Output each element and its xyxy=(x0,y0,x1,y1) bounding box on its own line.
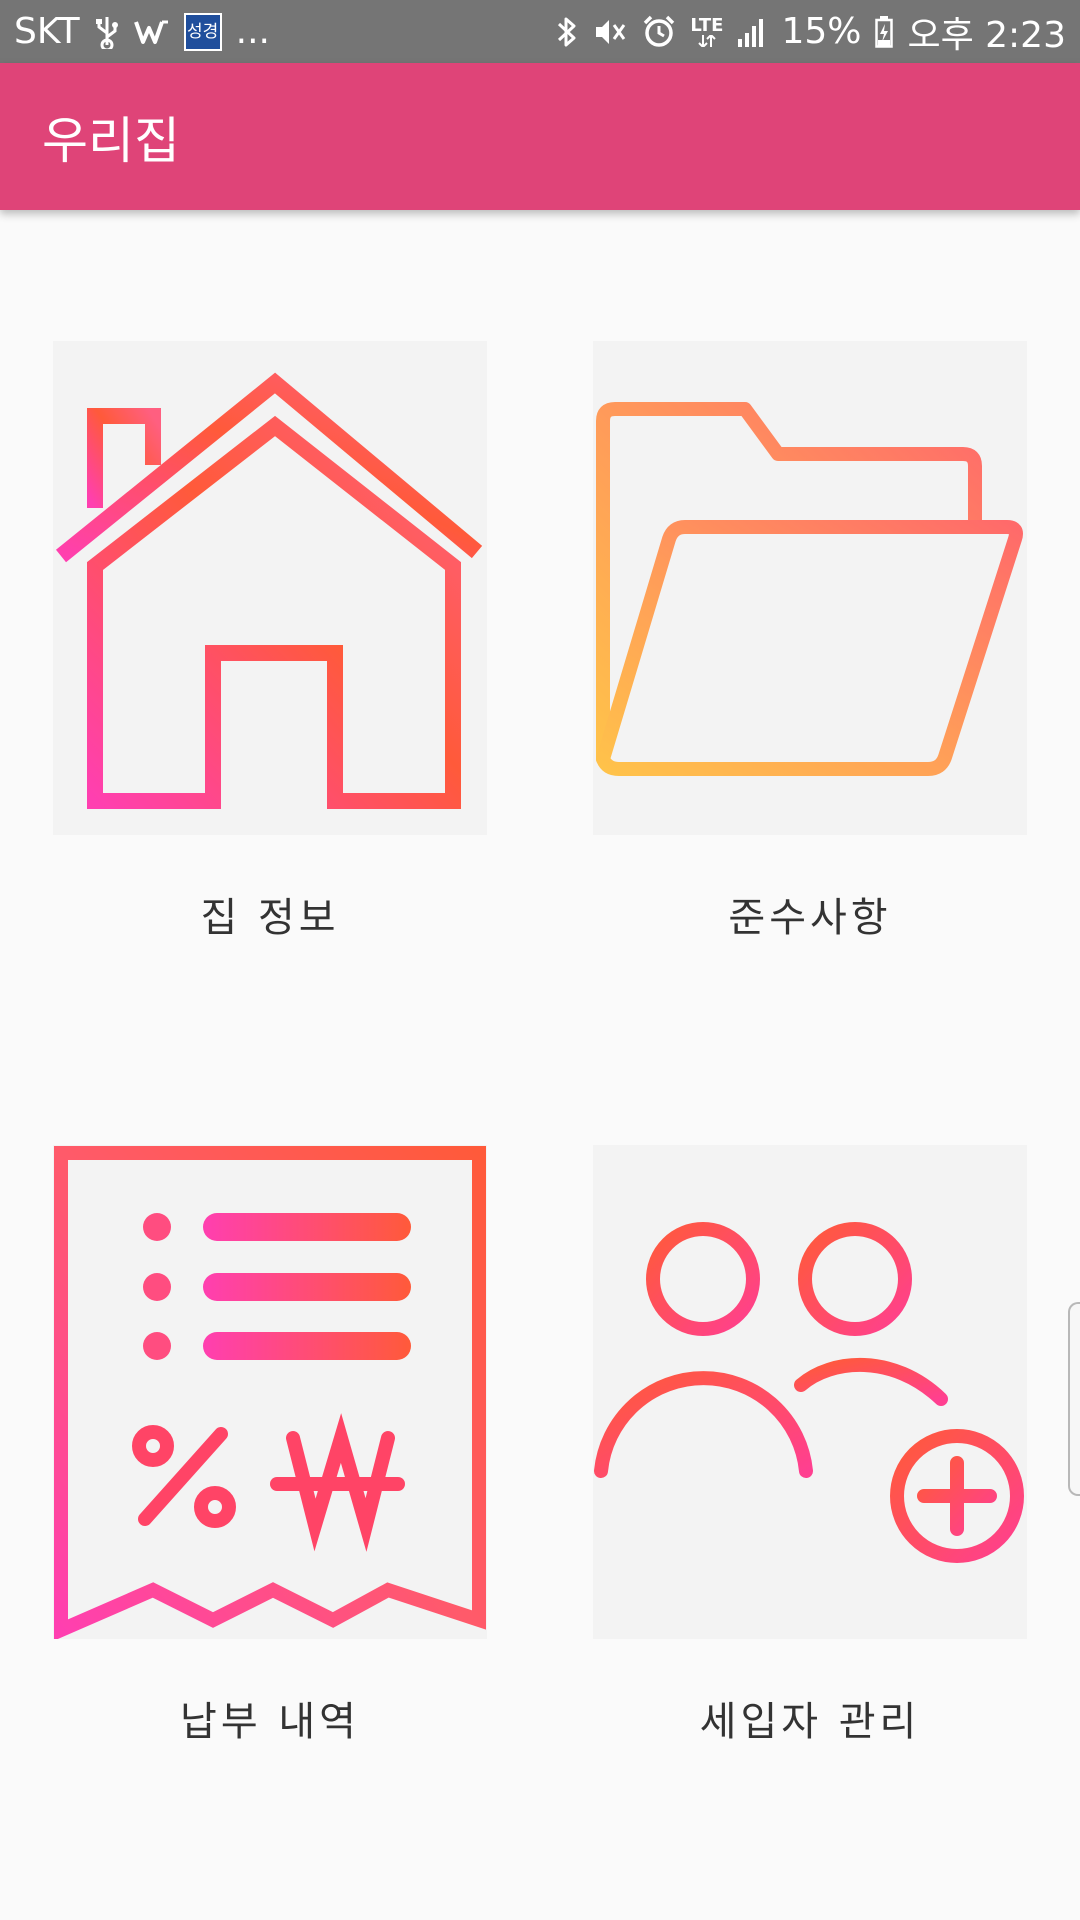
mute-vibrate-icon xyxy=(592,16,628,48)
compliance-image xyxy=(593,341,1027,835)
news-app-icon: 성경 xyxy=(183,12,222,51)
tenant-management-image xyxy=(593,1145,1027,1639)
payment-history-image xyxy=(53,1145,487,1639)
tenant-management-tile[interactable]: 세입자 관리 xyxy=(593,1145,1027,1747)
folder-icon xyxy=(596,402,1023,776)
status-right: LTE 15% 오후 2:23 xyxy=(556,6,1066,58)
compliance-tile[interactable]: 준수사항 xyxy=(593,341,1027,943)
house-info-tile[interactable]: 집 정보 xyxy=(53,341,487,943)
more-notifications-indicator: ... xyxy=(235,11,270,52)
app-bar: 우리집 xyxy=(0,63,1080,210)
house-icon xyxy=(55,372,483,809)
alarm-icon xyxy=(642,15,676,49)
receipt-icon xyxy=(54,1146,486,1639)
payment-history-tile[interactable]: 납부 내역 xyxy=(53,1145,487,1747)
signal-icon xyxy=(737,17,767,47)
app-title: 우리집 xyxy=(42,111,180,170)
edge-panel-handle[interactable] xyxy=(1068,1302,1080,1496)
lte-label: LTE xyxy=(690,14,724,36)
clock: 오후 2:23 xyxy=(907,14,1066,56)
usb-icon xyxy=(94,15,120,49)
status-left: SKT 성경 ... xyxy=(14,11,270,52)
tenant-management-label: 세입자 관리 xyxy=(699,1699,921,1745)
add-users-icon xyxy=(594,1222,1024,1563)
w-app-icon xyxy=(133,18,170,46)
battery-percent: 15% xyxy=(781,11,862,52)
compliance-label: 준수사항 xyxy=(728,895,892,941)
house-info-image xyxy=(53,341,487,835)
lte-icon: LTE xyxy=(690,14,724,47)
carrier-label: SKT xyxy=(14,11,80,52)
news-app-icon-text: 성경 xyxy=(187,21,219,42)
battery-charging-icon xyxy=(875,15,894,48)
bluetooth-icon xyxy=(556,15,578,49)
house-info-label: 집 정보 xyxy=(200,895,340,941)
status-bar: SKT 성경 ... LTE 15% 오후 2:23 xyxy=(0,0,1080,63)
payment-history-label: 납부 내역 xyxy=(180,1699,360,1745)
